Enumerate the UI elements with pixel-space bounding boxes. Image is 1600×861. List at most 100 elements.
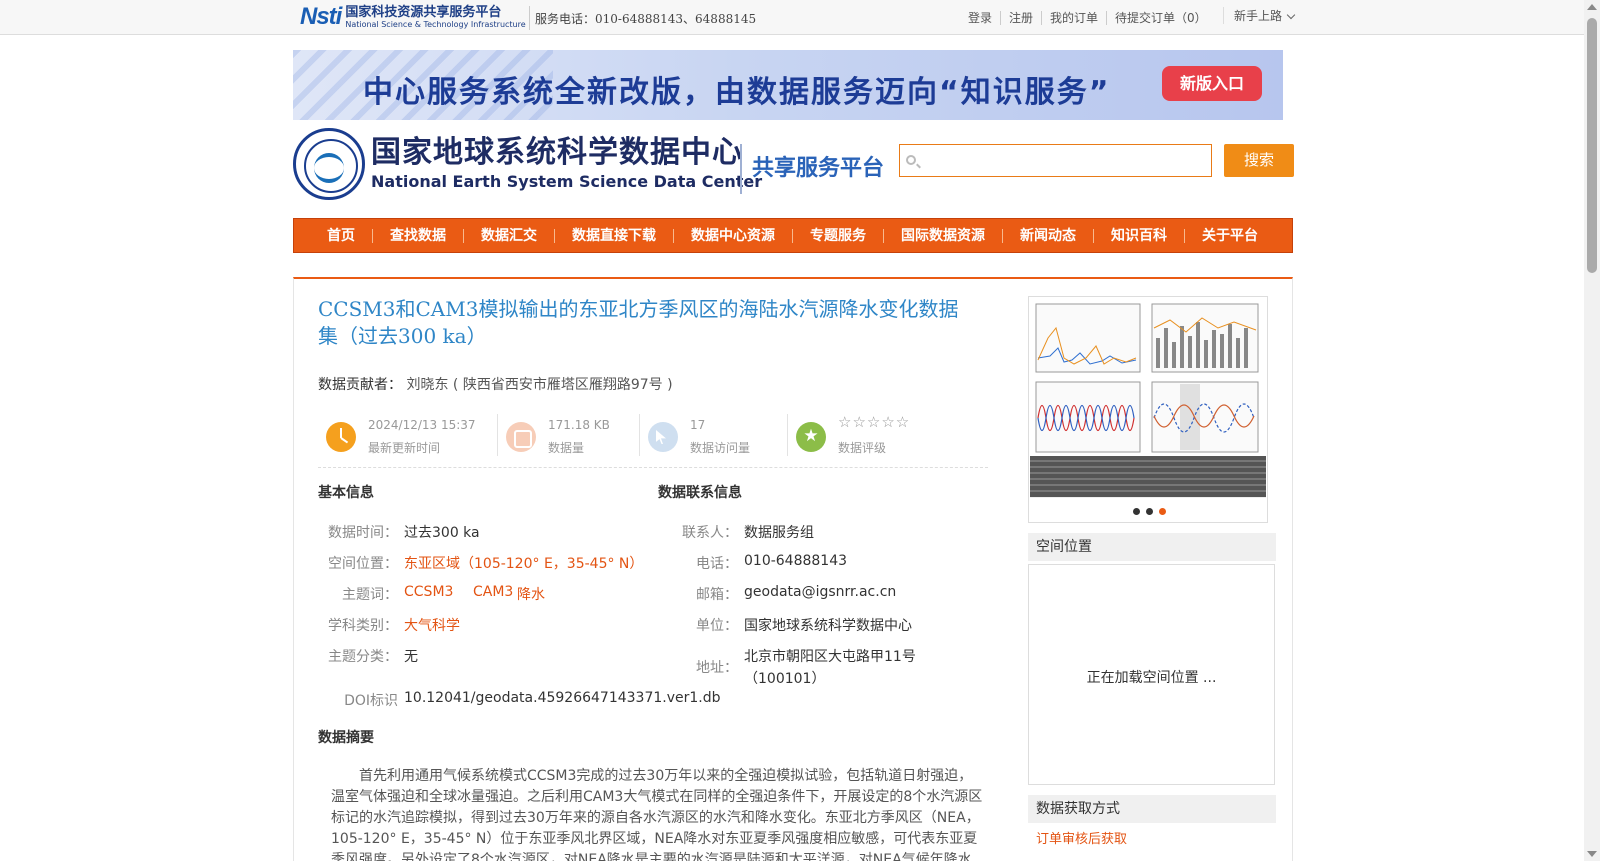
nav-home[interactable]: 首页 (310, 228, 373, 243)
abstract-title: 数据摘要 (318, 730, 374, 746)
search-input[interactable] (922, 145, 1207, 176)
doi-label: DOI标识 (344, 693, 398, 709)
figure-caption (1030, 456, 1266, 497)
login-link[interactable]: 登录 (960, 11, 1002, 25)
scroll-up-icon[interactable] (1587, 4, 1597, 10)
carousel-dot[interactable] (1145, 508, 1153, 515)
stat-visits: 17 数据访问量 (640, 410, 788, 464)
carousel-dot-active[interactable] (1158, 508, 1166, 515)
time-value: 过去300 ka (404, 525, 480, 541)
nsti-logo-en: National Science & Technology Infrastruc… (345, 19, 526, 29)
dataset-title: CCSM3和CAM3模拟输出的东亚北方季风区的海陆水汽源降水变化数据集（过去30… (318, 297, 959, 348)
beginner-guide-label: 新手上路 (1234, 9, 1283, 23)
service-phone: 服务电话：010-64888143、64888145 (535, 12, 757, 26)
nsti-logo-cn: 国家科技资源共享服务平台 (345, 4, 502, 20)
email-value[interactable]: geodata@igsnrr.ac.cn (744, 584, 896, 600)
top-links: 登录 注册 我的订单 待提交订单（0） (960, 11, 1215, 25)
main-nav: 首页 查找数据 数据汇交 数据直接下载 数据中心资源 专题服务 国际数据资源 新… (293, 218, 1293, 253)
category-label: 主题分类： (328, 649, 398, 665)
search-button[interactable]: 搜索 (1224, 144, 1294, 177)
keyword-link[interactable]: CCSM3 (404, 584, 453, 600)
person-label: 联系人： (682, 525, 738, 541)
scroll-down-icon[interactable] (1587, 851, 1597, 857)
visits-label: 数据访问量 (690, 441, 751, 455)
contributor: 数据贡献者： 刘晓东 ( 陕西省西安市雁塔区雁翔路97号 ) (318, 374, 673, 394)
phone-value: 010-64888143 (744, 553, 848, 569)
dataset-image-carousel[interactable] (1028, 296, 1268, 523)
contributor-label: 数据贡献者： (318, 377, 402, 393)
topbar-divider (529, 6, 530, 30)
pending-orders-link[interactable]: 待提交订单（0） (1107, 11, 1215, 25)
size-value: 171.18 KB (548, 418, 610, 432)
map-loading-text: 正在加载空间位置 ... (1086, 670, 1217, 686)
database-icon (506, 422, 536, 452)
beginner-guide-dropdown[interactable]: 新手上路 (1223, 7, 1296, 24)
stat-size: 171.18 KB 数据量 (498, 410, 640, 464)
updated-value: 2024/12/13 15:37 (368, 418, 476, 432)
time-label: 数据时间： (328, 525, 398, 541)
dataset-figure-image (1030, 298, 1266, 498)
top-bar: Nsti 国家科技资源共享服务平台 National Science & Tec… (0, 0, 1584, 35)
acquire-method-value[interactable]: 订单审核后获取 (1036, 828, 1127, 847)
scroll-thumb[interactable] (1587, 18, 1597, 273)
basic-info-title: 基本信息 (318, 485, 374, 501)
center-logo[interactable]: 国家地球系统科学数据中心 National Earth System Scien… (293, 126, 893, 202)
keyword-link[interactable]: 降水 (517, 584, 545, 604)
contributor-value: 刘晓东 ( 陕西省西安市雁塔区雁翔路97号 ) (406, 377, 673, 393)
keywords-label: 主题词： (342, 587, 398, 603)
category-value: 无 (404, 649, 418, 665)
phone-label: 电话： (696, 556, 738, 572)
cursor-icon (648, 422, 678, 452)
address-label: 地址： (696, 660, 738, 676)
dataset-stats: 2024/12/13 15:37 最新更新时间 171.18 KB 数据量 17… (318, 410, 988, 468)
nav-about[interactable]: 关于平台 (1185, 229, 1275, 243)
search-icon (906, 155, 916, 165)
nav-find-data[interactable]: 查找数据 (373, 228, 464, 243)
page-scrollbar[interactable] (1584, 0, 1600, 861)
address-line1: 北京市朝阳区大屯路甲11号 (744, 649, 916, 665)
center-name-en: National Earth System Science Data Cente… (371, 172, 763, 191)
logo-divider (740, 144, 742, 194)
size-label: 数据量 (548, 441, 585, 455)
address-line2: （100101） (744, 671, 826, 687)
stat-rating: ☆☆☆☆☆ 数据评级 (788, 410, 968, 464)
star-icon (796, 422, 826, 452)
carousel-dots (1029, 504, 1269, 519)
contact-info-title: 数据联系信息 (658, 485, 742, 501)
center-name-cn: 国家地球系统科学数据中心 (371, 135, 743, 170)
doi-value[interactable]: 10.12041/geodata.45926647143371.ver1.db (404, 690, 721, 706)
space-position-header: 空间位置 (1028, 533, 1276, 561)
abstract-text: 首先利用通用气候系统模式CCSM3完成的过去30万年以来的全强迫模拟试验，包括轨… (331, 768, 983, 861)
stat-updated: 2024/12/13 15:37 最新更新时间 (318, 410, 498, 464)
nsti-logo[interactable]: Nsti 国家科技资源共享服务平台 National Science & Tec… (300, 2, 526, 32)
nav-topic-services[interactable]: 专题服务 (793, 228, 884, 243)
my-orders-link[interactable]: 我的订单 (1042, 11, 1108, 25)
announcement-banner[interactable]: 中心服务系统全新改版，由数据服务迈向“知识服务” 新版入口 (293, 50, 1283, 120)
banner-text: 中心服务系统全新改版，由数据服务迈向“知识服务” (363, 75, 1111, 110)
nsti-logo-mark: Nsti (300, 3, 342, 30)
nav-direct-download[interactable]: 数据直接下载 (555, 228, 674, 243)
acquire-method-header: 数据获取方式 (1028, 795, 1276, 823)
rating-label: 数据评级 (838, 441, 887, 455)
nav-center-resources[interactable]: 数据中心资源 (674, 228, 793, 243)
clock-icon (326, 422, 356, 452)
nav-news[interactable]: 新闻动态 (1003, 228, 1094, 243)
discipline-label: 学科类别： (328, 618, 398, 634)
rating-stars[interactable]: ☆☆☆☆☆ (838, 413, 910, 431)
space-value-link[interactable]: 东亚区域（105-120° E，35-45° N） (404, 553, 643, 573)
register-link[interactable]: 注册 (1001, 11, 1043, 25)
nav-knowledge[interactable]: 知识百科 (1094, 228, 1185, 243)
space-label: 空间位置： (328, 556, 398, 572)
visits-value: 17 (690, 418, 706, 432)
space-position-map[interactable]: 正在加载空间位置 ... (1028, 564, 1275, 785)
carousel-dot[interactable] (1132, 508, 1140, 515)
discipline-link[interactable]: 大气科学 (404, 615, 460, 635)
keyword-link[interactable]: CAM3 (473, 584, 513, 600)
nav-data-submission[interactable]: 数据汇交 (464, 228, 555, 243)
unit-label: 单位： (696, 618, 738, 634)
updated-label: 最新更新时间 (368, 441, 441, 455)
new-version-button[interactable]: 新版入口 (1162, 66, 1262, 101)
email-label: 邮箱： (696, 587, 738, 603)
nav-international-data[interactable]: 国际数据资源 (884, 228, 1003, 243)
platform-name: 共享服务平台 (752, 156, 885, 181)
